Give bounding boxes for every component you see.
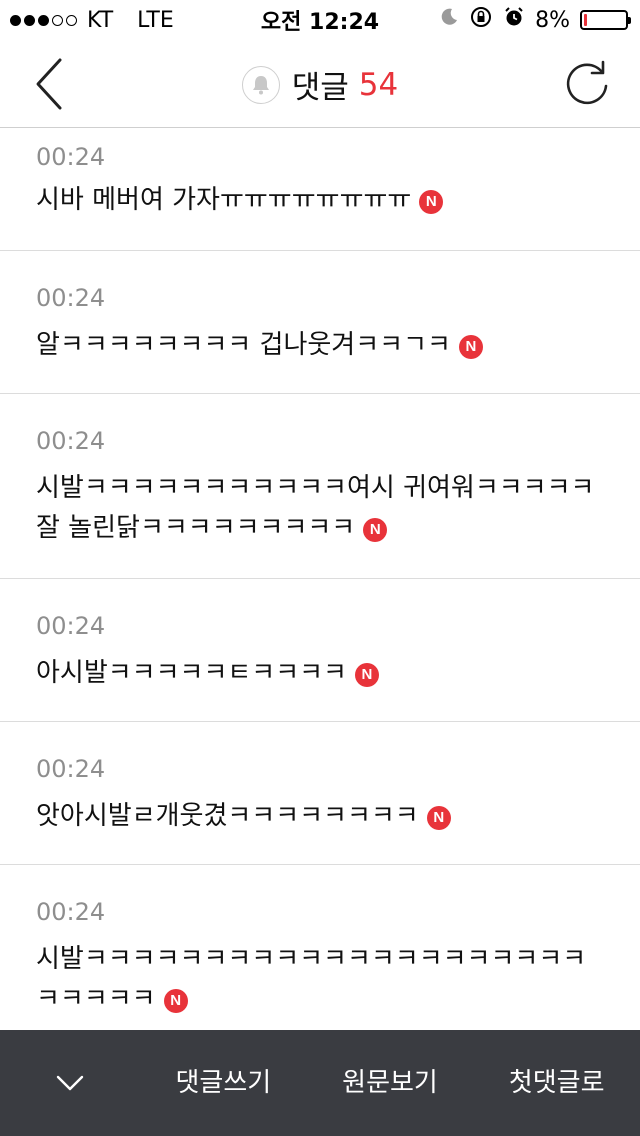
comment-time: 00:24 xyxy=(36,427,106,455)
new-badge: N xyxy=(458,335,483,359)
comment-count: 54 xyxy=(358,66,399,103)
new-badge: N xyxy=(419,190,444,214)
comment-item[interactable]: 00:24 알ㅋㅋㅋㅋㅋㅋㅋㅋ 겁나웃겨ㅋㅋㄱㅋ N xyxy=(0,251,640,394)
comment-text: 알ㅋㅋㅋㅋㅋㅋㅋㅋ 겁나웃겨ㅋㅋㄱㅋ N xyxy=(36,325,610,365)
collapse-button[interactable] xyxy=(0,1030,140,1136)
alarm-icon xyxy=(503,6,525,34)
header-bar: 댓글 54 xyxy=(0,40,640,128)
new-badge: N xyxy=(426,806,451,830)
comment-body: 알ㅋㅋㅋㅋㅋㅋㅋㅋ 겁나웃겨ㅋㅋㄱㅋ xyxy=(36,330,451,360)
comment-list: 00:24 시바 메버여 가자ㅠㅠㅠㅠㅠㅠㅠㅠ N 00:24 알ㅋㅋㅋㅋㅋㅋㅋㅋ… xyxy=(0,128,640,1035)
moon-icon xyxy=(439,7,459,33)
status-left: KT LTE xyxy=(0,8,174,33)
battery-percent: 8% xyxy=(535,7,570,33)
new-badge: N xyxy=(363,518,388,542)
refresh-button[interactable] xyxy=(562,58,612,108)
comment-time: 00:24 xyxy=(36,612,106,640)
comment-text: 아시발ㅋㅋㅋㅋㅋㅌㅋㅋㅋㅋ N xyxy=(36,653,610,693)
comment-body: 시발ㅋㅋㅋㅋㅋㅋㅋㅋㅋㅋㅋ여시 귀여워ㅋㅋㅋㅋㅋ잘 놀린닭ㅋㅋㅋㅋㅋㅋㅋㅋㅋ xyxy=(36,473,595,543)
comment-text: 시발ㅋㅋㅋㅋㅋㅋㅋㅋㅋㅋㅋㅋㅋㅋㅋㅋㅋㅋㅋㅋㅋㅋㅋㅋㅋㅋ N xyxy=(36,939,610,1019)
comment-body: 앗아시발ㄹ개웃겼ㅋㅋㅋㅋㅋㅋㅋㅋ xyxy=(36,801,419,831)
status-bar: KT LTE 오전 12:24 8% xyxy=(0,0,640,40)
first-comment-button[interactable]: 첫댓글로 xyxy=(473,1030,640,1136)
status-right: 8% xyxy=(439,5,640,35)
comment-time: 00:24 xyxy=(36,755,106,783)
comment-body: 아시발ㅋㅋㅋㅋㅋㅌㅋㅋㅋㅋ xyxy=(36,658,347,688)
comment-text: 앗아시발ㄹ개웃겼ㅋㅋㅋㅋㅋㅋㅋㅋ N xyxy=(36,796,610,836)
comment-body: 시발ㅋㅋㅋㅋㅋㅋㅋㅋㅋㅋㅋㅋㅋㅋㅋㅋㅋㅋㅋㅋㅋㅋㅋㅋㅋㅋ xyxy=(36,944,587,1014)
chevron-down-icon xyxy=(56,1075,84,1091)
notification-bell-button[interactable] xyxy=(241,65,280,104)
carrier-label: KT xyxy=(87,7,114,33)
title-label: 댓글 xyxy=(291,70,349,106)
bottom-toolbar: 댓글쓰기 원문보기 첫댓글로 xyxy=(0,1030,640,1136)
comment-text: 시발ㅋㅋㅋㅋㅋㅋㅋㅋㅋㅋㅋ여시 귀여워ㅋㅋㅋㅋㅋ잘 놀린닭ㅋㅋㅋㅋㅋㅋㅋㅋㅋ N xyxy=(36,468,610,548)
comment-text: 시바 메버여 가자ㅠㅠㅠㅠㅠㅠㅠㅠ N xyxy=(36,180,610,220)
refresh-icon xyxy=(566,60,608,105)
comment-time: 00:24 xyxy=(36,898,106,926)
comment-item[interactable]: 00:24 앗아시발ㄹ개웃겼ㅋㅋㅋㅋㅋㅋㅋㅋ N xyxy=(0,722,640,865)
network-label: LTE xyxy=(137,7,174,33)
comment-body: 시바 메버여 가자ㅠㅠㅠㅠㅠㅠㅠㅠ xyxy=(36,185,412,215)
rotation-lock-icon xyxy=(469,5,493,35)
comment-time: 00:24 xyxy=(36,143,106,171)
page-title: 댓글 54 xyxy=(0,62,640,107)
bell-icon xyxy=(252,75,269,94)
write-comment-button[interactable]: 댓글쓰기 xyxy=(140,1030,307,1136)
comment-item[interactable]: 00:24 시바 메버여 가자ㅠㅠㅠㅠㅠㅠㅠㅠ N xyxy=(0,128,640,251)
comment-item[interactable]: 00:24 시발ㅋㅋㅋㅋㅋㅋㅋㅋㅋㅋㅋㅋㅋㅋㅋㅋㅋㅋㅋㅋㅋㅋㅋㅋㅋㅋ N xyxy=(0,865,640,1035)
comment-item[interactable]: 00:24 아시발ㅋㅋㅋㅋㅋㅌㅋㅋㅋㅋ N xyxy=(0,579,640,722)
new-badge: N xyxy=(163,989,188,1013)
view-original-button[interactable]: 원문보기 xyxy=(307,1030,474,1136)
comment-time: 00:24 xyxy=(36,284,106,312)
comment-item[interactable]: 00:24 시발ㅋㅋㅋㅋㅋㅋㅋㅋㅋㅋㅋ여시 귀여워ㅋㅋㅋㅋㅋ잘 놀린닭ㅋㅋㅋㅋㅋ… xyxy=(0,394,640,579)
signal-strength-icon xyxy=(10,14,77,26)
new-badge: N xyxy=(354,663,379,687)
battery-icon xyxy=(580,10,631,30)
